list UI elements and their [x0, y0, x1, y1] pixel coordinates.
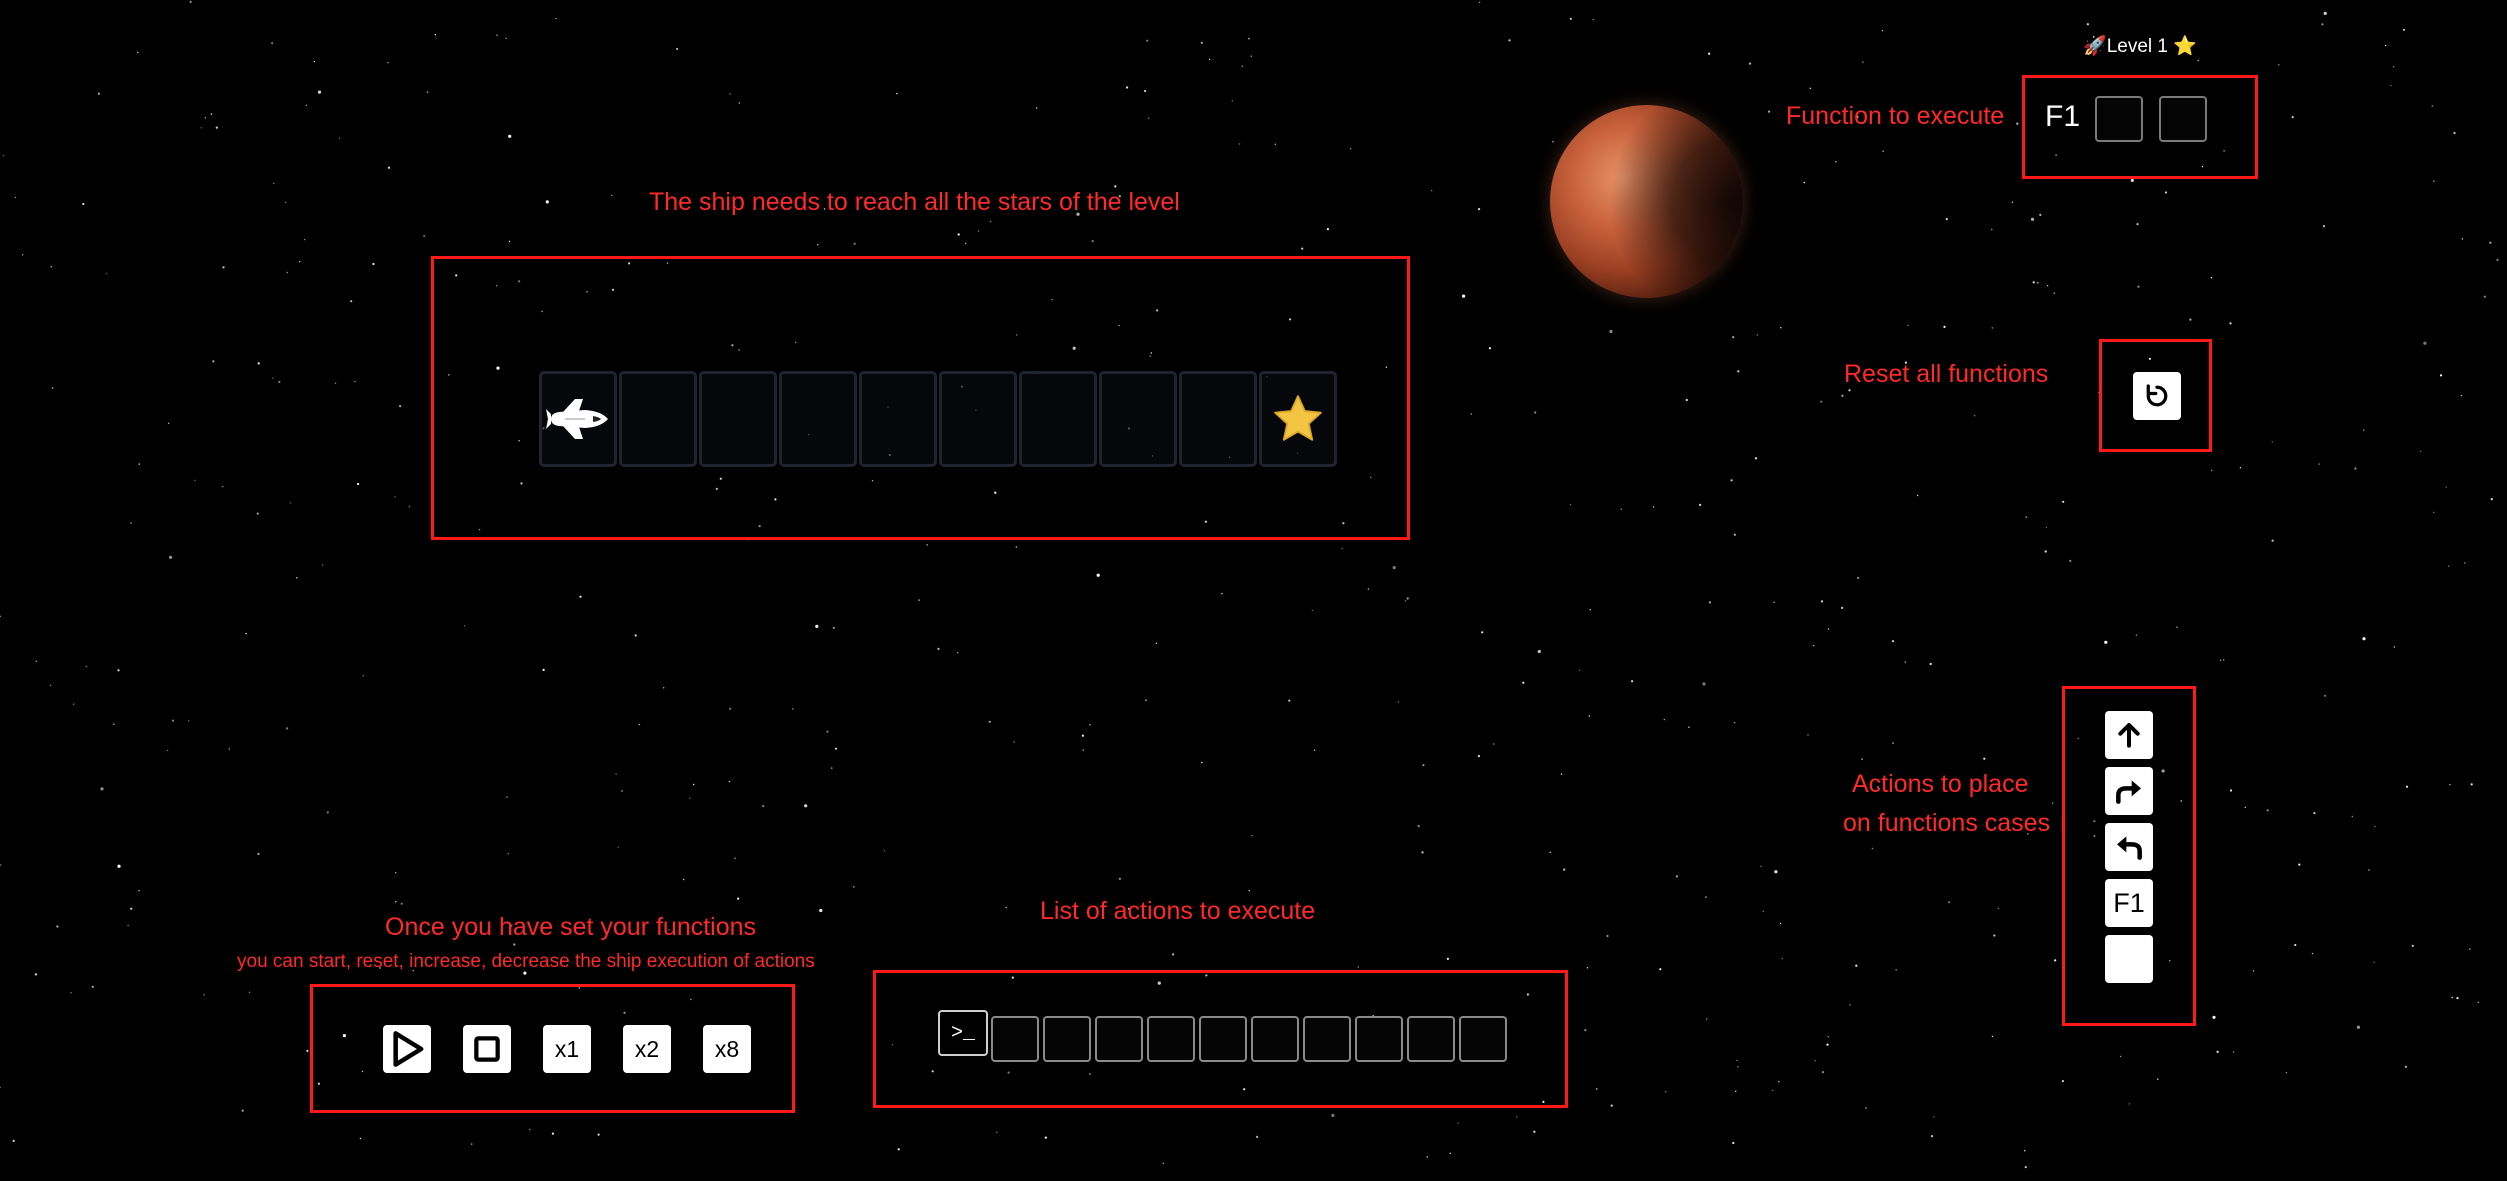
speed-x8-button[interactable]: x8: [703, 1025, 751, 1073]
reset-icon: [2146, 384, 2168, 407]
track-cell-9: [1179, 371, 1257, 467]
track-cell-6: [939, 371, 1017, 467]
reset-functions-button[interactable]: [2133, 372, 2181, 420]
annotation-function-to-execute: Function to execute: [1786, 102, 2005, 130]
execution-slot-5: [1199, 1016, 1247, 1062]
arrow-up-icon: [2118, 723, 2140, 748]
execution-slot-8: [1355, 1016, 1403, 1062]
execution-slot-3: [1095, 1016, 1143, 1062]
play-icon: [393, 1031, 424, 1067]
play-button[interactable]: [383, 1025, 431, 1073]
star-icon: [1274, 395, 1322, 441]
action-turn-left-button[interactable]: [2105, 823, 2153, 871]
space-shuttle-icon: [546, 399, 608, 439]
execution-slot-2: [1043, 1016, 1091, 1062]
terminal-prompt-icon: >_: [938, 1010, 988, 1056]
action-call-f1-button[interactable]: F1: [2105, 879, 2153, 927]
action-forward-button[interactable]: [2105, 711, 2153, 759]
function-name-label: F1: [2045, 100, 2081, 133]
track-cell-2: [619, 371, 697, 467]
track-cell-5: [859, 371, 937, 467]
annotation-ship-goal: The ship needs to reach all the stars of…: [649, 188, 1180, 216]
track-cell-10: [1259, 371, 1337, 467]
action-turn-right-button[interactable]: [2105, 767, 2153, 815]
level-title: 🚀Level 1 ⭐: [2083, 36, 2197, 57]
annotation-once-set: Once you have set your functions: [385, 913, 757, 941]
execution-slot-4: [1147, 1016, 1195, 1062]
annotation-actions-line1: Actions to place: [1852, 770, 2029, 798]
annotation-reset-all: Reset all functions: [1844, 360, 2049, 388]
track-cell-8: [1099, 371, 1177, 467]
execution-slot-1: [991, 1016, 1039, 1062]
execution-slot-10: [1459, 1016, 1507, 1062]
speed-x2-button[interactable]: x2: [623, 1025, 671, 1073]
function-slot-1[interactable]: [2095, 96, 2143, 142]
execution-slot-9: [1407, 1016, 1455, 1062]
function-slot-2[interactable]: [2159, 96, 2207, 142]
track-cell-7: [1019, 371, 1097, 467]
turn-left-icon: [2117, 836, 2142, 860]
execution-slot-6: [1251, 1016, 1299, 1062]
track-cell-3: [699, 371, 777, 467]
annotation-list-of-actions: List of actions to execute: [1040, 897, 1316, 925]
action-empty-button[interactable]: [2105, 935, 2153, 983]
planet-mars-image: [1550, 105, 1743, 298]
track-cell-4: [779, 371, 857, 467]
track-cell-1: [539, 371, 617, 467]
turn-right-icon: [2116, 780, 2141, 804]
execution-slot-7: [1303, 1016, 1351, 1062]
stop-icon: [474, 1036, 500, 1062]
stop-button[interactable]: [463, 1025, 511, 1073]
annotation-actions-line2: on functions cases: [1843, 809, 2051, 837]
speed-x1-button[interactable]: x1: [543, 1025, 591, 1073]
annotation-controls-hint: you can start, reset, increase, decrease…: [237, 951, 815, 972]
